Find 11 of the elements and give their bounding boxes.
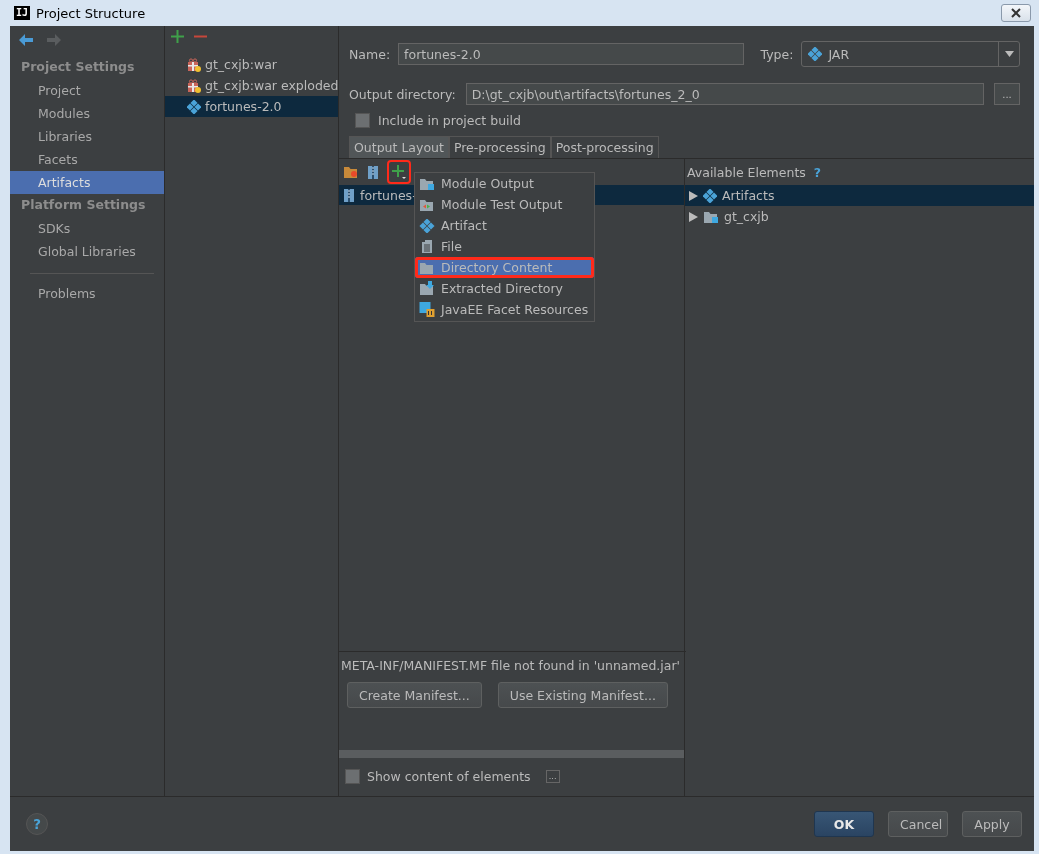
field-label: Output directory: — [349, 86, 456, 102]
app-logo: IJ — [14, 6, 31, 20]
panel-title: Available Elements — [687, 164, 806, 180]
checkbox-label: Include in project build — [378, 113, 521, 128]
section-header: Project Settings — [20, 58, 136, 76]
checkbox-label: Show content of elements — [367, 769, 531, 784]
section-header: Platform Settings — [20, 196, 147, 214]
window-title: Project Structure — [36, 5, 147, 21]
field-label: Type: — [760, 46, 794, 62]
field-label: Name: — [349, 46, 391, 62]
manifest-message: META-INF/MANIFEST.MF file not found in 'unnamed.jar' — [339, 651, 686, 678]
